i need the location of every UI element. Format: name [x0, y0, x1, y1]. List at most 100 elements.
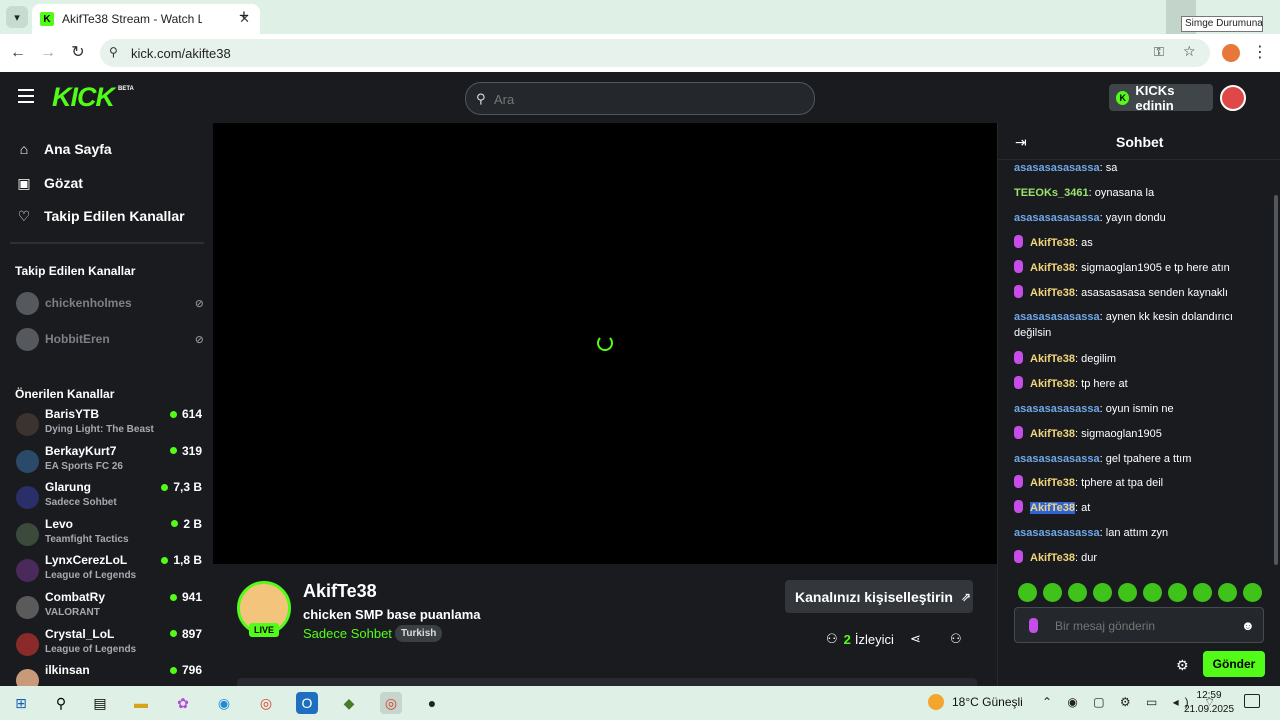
site-info-icon[interactable]: ⚲ — [109, 45, 118, 59]
live-dot-icon — [161, 483, 169, 491]
notification-icon[interactable] — [1244, 694, 1260, 708]
chat-username[interactable]: asasasasasassa — [1014, 212, 1100, 224]
app-icon[interactable]: ● — [421, 692, 443, 714]
chrome-active-icon[interactable]: ◎ — [380, 692, 402, 714]
chrome-icon[interactable]: ◎ — [255, 692, 277, 714]
minecraft-icon[interactable]: ◆ — [338, 692, 360, 714]
recommended-channel-item[interactable]: Crystal_LoL League of Legends 897 — [16, 626, 202, 660]
emote-icon[interactable] — [1018, 583, 1037, 602]
chat-username[interactable]: AkifTe38 — [1030, 262, 1075, 274]
chat-username[interactable]: AkifTe38 — [1030, 477, 1075, 489]
browser-tab[interactable]: K AkifTe38 Stream - Watch Live o ✕ — [32, 4, 260, 34]
menu-dots-icon[interactable]: ⋮ — [1250, 43, 1270, 63]
kick-logo[interactable]: KICK — [52, 84, 115, 111]
viewer-number: 7,3 B — [173, 480, 202, 495]
tab-search-dropdown-icon[interactable]: ▾ — [6, 6, 28, 28]
emote-icon[interactable] — [1118, 583, 1137, 602]
chat-settings-gear-icon[interactable]: ⚙ — [1176, 657, 1189, 674]
nav-browse[interactable]: ▣ Gözat — [16, 171, 83, 195]
chat-username[interactable]: asasasasasassa — [1014, 403, 1100, 415]
home-icon: ⌂ — [19, 141, 29, 157]
chat-messages: asasasasasassa: sa TEEOKs_3461: oynasana … — [998, 160, 1280, 570]
chat-username[interactable]: TEEOKs_3461 — [1014, 187, 1089, 199]
weather-widget[interactable]: 18°C Güneşli — [928, 694, 1023, 710]
chat-message: AkifTe38: sigmaoglan1905 e tp here atın — [1014, 259, 1264, 276]
forward-icon[interactable]: → — [38, 43, 58, 63]
chat-username[interactable]: asasasasasassa — [1014, 453, 1100, 465]
recommended-channel-item[interactable]: BarisYTB Dying Light: The Beast 614 — [16, 406, 202, 440]
chat-message: asasasasasassa: oyun ismin ne — [1014, 401, 1264, 417]
profile-avatar-icon[interactable] — [1222, 44, 1240, 62]
chat-username[interactable]: AkifTe38 — [1030, 428, 1075, 440]
emoji-picker-icon[interactable]: ☻ — [1241, 618, 1255, 633]
stream-category[interactable]: Sadece Sohbet — [303, 626, 392, 641]
live-dot-icon — [169, 447, 177, 455]
customize-channel-button[interactable]: Kanalınızı kişiselleştirin ⇗ — [785, 580, 973, 613]
chat-text: sa — [1105, 162, 1118, 174]
search-icon[interactable]: ⚲ — [50, 692, 72, 714]
address-bar[interactable]: ⚲ kick.com/akifte38 ⚿ ☆ — [100, 39, 1210, 67]
chat-username[interactable]: AkifTe38 — [1030, 378, 1075, 390]
emote-icon[interactable] — [1143, 583, 1162, 602]
send-button[interactable]: Gönder — [1203, 651, 1265, 677]
chat-message-input[interactable] — [1055, 617, 1225, 635]
emote-icon[interactable] — [1168, 583, 1187, 602]
viewers-icon: ⚇ — [826, 631, 838, 646]
recommended-channel-item[interactable]: CombatRy VALORANT 941 — [16, 589, 202, 623]
chat-username[interactable]: asasasasasassa — [1014, 311, 1100, 323]
recommended-channel-item[interactable]: Levo Teamfight Tactics 2 B — [16, 516, 202, 550]
file-explorer-icon[interactable]: ▬ — [130, 692, 152, 714]
channel-name[interactable]: AkifTe38 — [303, 581, 377, 602]
outlook-icon[interactable]: O — [296, 692, 318, 714]
avatar — [16, 327, 39, 351]
windows-start-icon[interactable]: ⊞ — [10, 692, 32, 714]
share-icon[interactable]: ⋖ — [910, 631, 921, 647]
clock[interactable]: 12:59 21.09.2025 — [1184, 689, 1234, 717]
nav-home[interactable]: ⌂ Ana Sayfa — [16, 137, 112, 161]
chat-username[interactable]: AkifTe38 — [1030, 287, 1075, 299]
collapse-chat-icon[interactable]: ⇥ — [1015, 134, 1027, 151]
sidebar-divider — [10, 242, 204, 244]
emote-icon[interactable] — [1193, 583, 1212, 602]
new-tab-icon[interactable]: + — [234, 6, 254, 26]
recommended-channel-item[interactable]: Glarung Sadece Sohbet 7,3 B — [16, 479, 202, 513]
followed-channel-item[interactable]: chickenholmes ⊘ — [16, 290, 204, 316]
chat-username[interactable]: asasasasasassa — [1014, 162, 1100, 174]
recommended-channel-item[interactable]: LynxCerezLoL League of Legends 1,8 B — [16, 552, 202, 586]
reload-icon[interactable]: ↻ — [68, 43, 88, 63]
emote-icon[interactable] — [1043, 583, 1062, 602]
user-avatar[interactable] — [1220, 85, 1246, 111]
nav-following[interactable]: ♡ Takip Edilen Kanallar — [16, 204, 185, 228]
viewer-count: 319 — [169, 444, 202, 458]
hamburger-menu-icon[interactable] — [18, 89, 34, 103]
password-key-icon[interactable]: ⚿ — [1154, 44, 1164, 60]
chat-username[interactable]: AkifTe38 — [1030, 353, 1075, 365]
search-box[interactable]: ⚲ — [465, 82, 815, 115]
task-view-icon[interactable]: ▤ — [89, 692, 111, 714]
edge-icon[interactable]: ◉ — [213, 692, 235, 714]
emote-icon[interactable] — [1218, 583, 1237, 602]
chat-username[interactable]: AkifTe38 — [1030, 502, 1076, 515]
chat-username[interactable]: asasasasasassa — [1014, 527, 1100, 539]
video-player[interactable] — [213, 123, 997, 564]
followed-channel-item[interactable]: HobbitEren ⊘ — [16, 326, 204, 352]
get-kicks-button[interactable]: K KICKs edinin — [1109, 83, 1213, 113]
chat-username[interactable]: AkifTe38 — [1030, 552, 1075, 564]
chat-username[interactable]: AkifTe38 — [1030, 237, 1075, 249]
emote-icon[interactable] — [1068, 583, 1087, 602]
back-icon[interactable]: ← — [8, 43, 28, 63]
bookmark-star-icon[interactable]: ☆ — [1183, 43, 1196, 60]
chat-input-box[interactable]: ☻ — [1014, 607, 1264, 643]
follow-user-icon[interactable]: ⚇ — [950, 631, 962, 647]
live-dot-icon — [169, 410, 177, 418]
language-tag[interactable]: Turkish — [395, 625, 443, 642]
emote-icon[interactable] — [1093, 583, 1112, 602]
recommended-channel-item[interactable]: BerkayKurt7 EA Sports FC 26 319 — [16, 443, 202, 477]
microphone-badge-icon — [1014, 475, 1023, 489]
search-input[interactable] — [494, 89, 794, 109]
copilot-icon[interactable]: ✿ — [172, 692, 194, 714]
chat-scrollbar[interactable] — [1274, 195, 1278, 565]
viewer-count: 941 — [169, 590, 202, 604]
emote-icon[interactable] — [1243, 583, 1262, 602]
viewer-number: 2 — [843, 631, 851, 647]
